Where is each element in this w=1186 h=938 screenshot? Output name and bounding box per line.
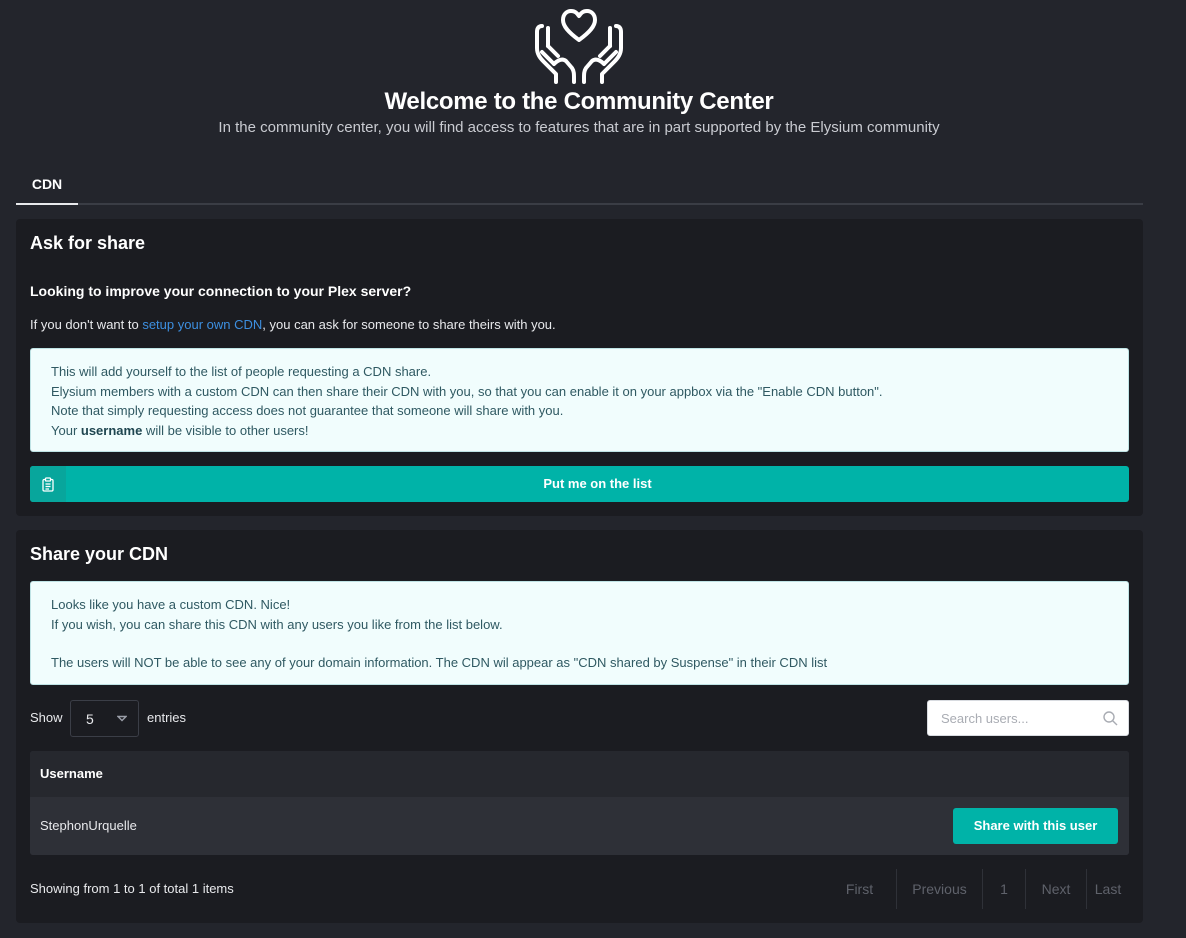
info-line: This will add yourself to the list of pe…: [51, 364, 432, 379]
ask-text-prefix: If you don't want to: [30, 317, 143, 332]
pagination-next[interactable]: Next: [1026, 869, 1087, 909]
share-info-box: Looks like you have a custom CDN. Nice! …: [30, 581, 1129, 685]
table-header: Username: [30, 751, 1129, 797]
share-with-user-button[interactable]: Share with this user: [953, 808, 1118, 844]
entries-label: entries: [147, 710, 187, 725]
search-users-box: [927, 700, 1129, 736]
search-icon[interactable]: [1103, 711, 1118, 726]
ask-heading: Looking to improve your connection to yo…: [30, 283, 412, 299]
ask-description: If you don't want to setup your own CDN,…: [30, 317, 556, 332]
info-line: The users will NOT be able to see any of…: [51, 655, 828, 670]
entries-value: 5: [86, 711, 94, 727]
username-cell: StephonUrquelle: [40, 818, 137, 833]
card-title: Ask for share: [30, 233, 146, 253]
clipboard-icon: [42, 476, 54, 492]
table-row: StephonUrquelle Share with this user: [30, 797, 1129, 855]
search-users-input[interactable]: [928, 701, 1098, 735]
info-line: If you wish, you can share this CDN with…: [51, 616, 503, 632]
pagination-page-1[interactable]: 1: [983, 869, 1026, 909]
page-title: Welcome to the Community Center: [384, 88, 774, 115]
setup-cdn-link[interactable]: setup your own CDN: [142, 317, 262, 332]
put-me-on-list-button[interactable]: Put me on the list: [30, 466, 1129, 502]
tab-bar: CDN: [16, 170, 1143, 205]
showing-entries-text: Showing from 1 to 1 of total 1 items: [30, 881, 234, 896]
tab-cdn[interactable]: CDN: [16, 170, 78, 205]
entries-per-page-select[interactable]: 5: [70, 700, 139, 737]
info-bold-username: username: [80, 422, 143, 438]
pagination-previous[interactable]: Previous: [897, 869, 983, 909]
info-line: Looks like you have a custom CDN. Nice!: [51, 597, 291, 612]
community-center-page: Welcome to the Community Center In the c…: [0, 0, 1186, 938]
column-header-username[interactable]: Username: [40, 766, 103, 781]
info-text: will be visible to other users!: [142, 422, 309, 438]
info-line: Note that simply requesting access does …: [51, 403, 564, 418]
users-table: Username StephonUrquelle Share with this…: [30, 751, 1129, 855]
info-line: Elysium members with a custom CDN can th…: [51, 383, 883, 399]
pagination: First Previous 1 Next Last: [823, 869, 1129, 909]
pagination-first[interactable]: First: [823, 869, 897, 909]
share-cdn-card: Share your CDN Looks like you have a cus…: [16, 530, 1143, 923]
ask-info-box: This will add yourself to the list of pe…: [30, 348, 1129, 452]
button-icon-wrap: [30, 466, 66, 502]
heart-hands-icon: [535, 9, 623, 84]
show-label: Show: [30, 710, 63, 725]
chevron-down-icon: [117, 715, 127, 722]
button-label: Put me on the list: [543, 476, 652, 491]
info-line: Your username will be visible to other u…: [51, 421, 1108, 441]
page-subtitle: In the community center, you will find a…: [218, 119, 940, 136]
card-title: Share your CDN: [30, 544, 169, 564]
ask-text-suffix: , you can ask for someone to share their…: [262, 317, 556, 332]
ask-for-share-card: Ask for share Looking to improve your co…: [16, 219, 1143, 516]
info-text: Your: [51, 422, 81, 438]
pagination-last[interactable]: Last: [1087, 869, 1129, 909]
